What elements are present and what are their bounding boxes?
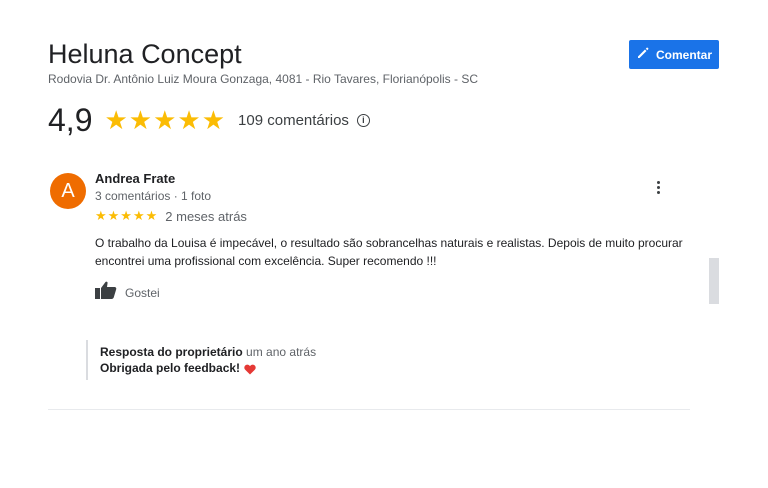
reply-heading: Resposta do proprietário	[100, 345, 243, 359]
reply-time: um ano atrás	[246, 345, 317, 359]
review-time: 2 meses atrás	[165, 208, 247, 224]
scrollbar-thumb[interactable]	[709, 258, 719, 304]
avatar[interactable]: A	[50, 173, 86, 209]
thumbs-up-icon	[95, 281, 117, 304]
review-rating: ★★★★★ 2 meses atrás	[95, 208, 247, 224]
comment-button-label: Comentar	[655, 47, 712, 62]
more-options-button[interactable]	[650, 178, 666, 196]
like-button[interactable]: Gostei	[95, 281, 160, 304]
pencil-icon	[636, 46, 650, 63]
rating-summary: 4,9 ★★★★★ 109 comentários i	[48, 100, 370, 140]
more-vertical-icon	[656, 180, 660, 194]
reviews-count: 109 comentários	[238, 111, 349, 129]
place-address: Rodovia Dr. Antônio Luiz Moura Gonzaga, …	[48, 72, 479, 86]
review-author[interactable]: Andrea Frate	[95, 171, 175, 186]
divider	[48, 409, 690, 410]
heart-icon	[244, 363, 256, 375]
review-text: O trabalho da Louisa é impecável, o resu…	[95, 236, 683, 268]
average-rating: 4,9	[48, 102, 93, 138]
like-label: Gostei	[125, 285, 160, 300]
review-author-meta: 3 comentários · 1 foto	[95, 189, 212, 203]
info-icon[interactable]: i	[356, 113, 370, 127]
reply-text: Obrigada pelo feedback!	[100, 361, 241, 375]
place-title: Heluna Concept	[48, 39, 242, 69]
review-stars: ★★★★★	[95, 208, 159, 223]
comment-button[interactable]: Comentar	[629, 40, 719, 69]
owner-reply: Resposta do proprietário um ano atrás Ob…	[86, 340, 316, 380]
rating-stars: ★★★★★	[104, 105, 227, 135]
